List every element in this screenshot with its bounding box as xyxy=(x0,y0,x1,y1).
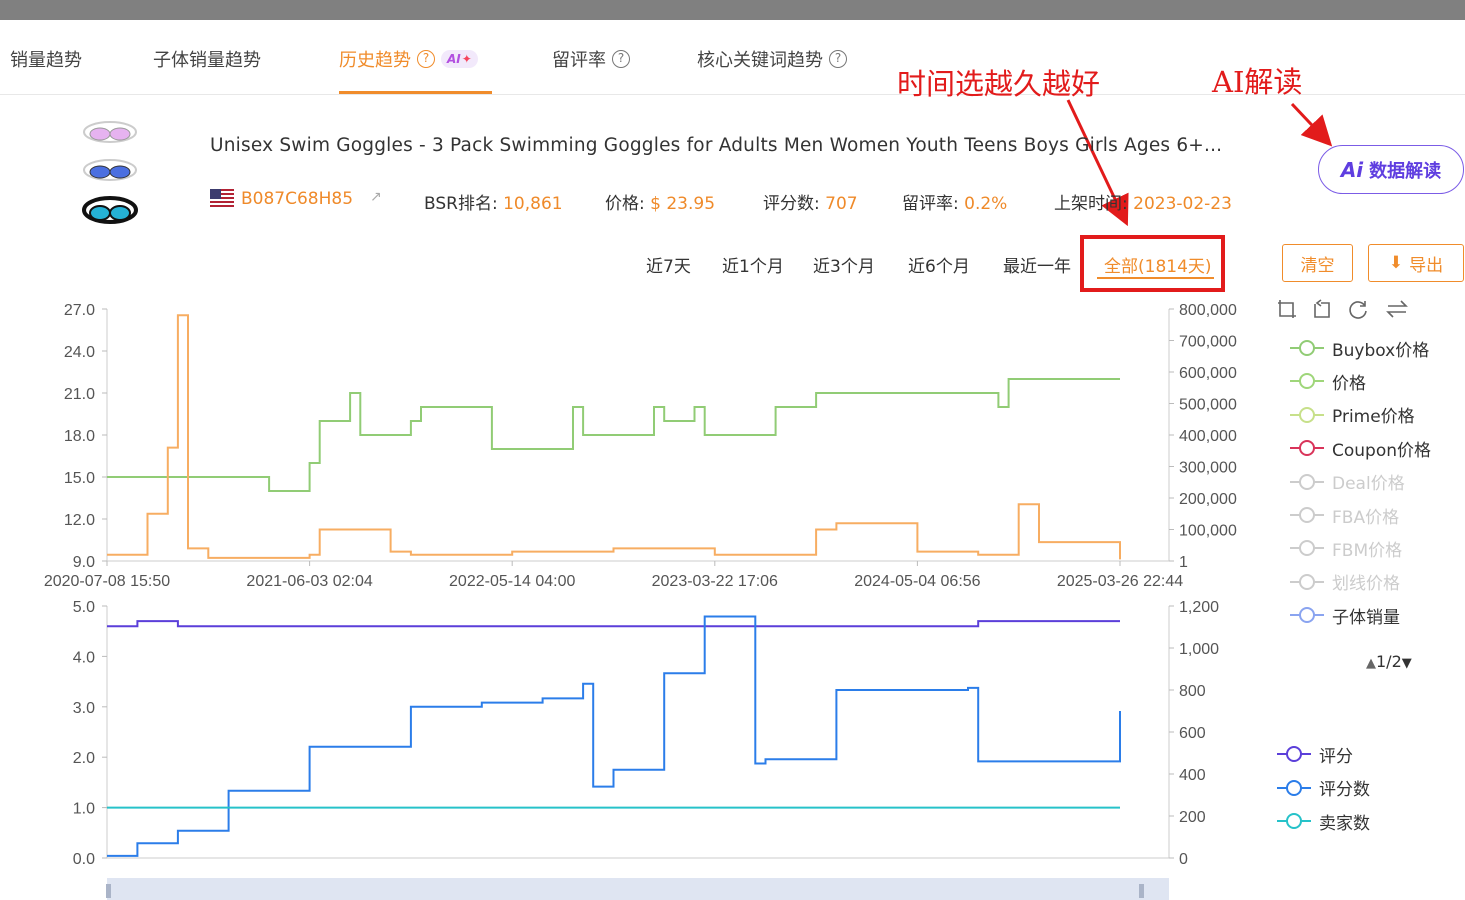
y-left-tick-label: 15.0 xyxy=(64,470,95,487)
legend-item[interactable]: 价格 xyxy=(1290,369,1366,394)
y-left-tick-label: 0.0 xyxy=(73,851,95,868)
series-line-评分数[interactable] xyxy=(107,615,1121,857)
y-right-tick-label: 600 xyxy=(1179,725,1206,742)
legend-marker-icon xyxy=(1290,540,1324,557)
x-tick-label: 2021-06-03 02:04 xyxy=(246,573,372,590)
y-left-tick-label: 27.0 xyxy=(64,302,95,319)
x-tick-label: 2023-03-22 17:06 xyxy=(652,573,778,590)
pager-label: 1/2 xyxy=(1376,652,1402,671)
legend-label: Coupon价格 xyxy=(1332,440,1432,461)
x-tick-label: 2024-05-04 06:56 xyxy=(854,573,980,590)
y-right-tick-label: 1,000 xyxy=(1179,641,1219,658)
legend-label: Deal价格 xyxy=(1332,474,1405,495)
legend-marker-icon xyxy=(1290,440,1324,457)
legend-item[interactable]: FBA价格 xyxy=(1290,503,1400,528)
y-right-tick-label: 800 xyxy=(1179,683,1206,700)
legend-marker-icon xyxy=(1290,406,1324,423)
legend-marker-icon xyxy=(1277,746,1311,762)
legend-marker-icon xyxy=(1290,507,1324,523)
y-right-tick-label: 1 xyxy=(1179,554,1188,571)
legend-item[interactable]: 划线价格 xyxy=(1290,570,1400,594)
datazoom-slider[interactable] xyxy=(107,878,1169,900)
y-right-tick-label: 100,000 xyxy=(1179,523,1237,540)
legend-marker-icon xyxy=(1290,607,1324,624)
y-right-tick-label: 0 xyxy=(1179,851,1188,868)
y-left-tick-label: 2.0 xyxy=(73,750,95,767)
datazoom-handle-left[interactable] xyxy=(106,884,111,898)
datazoom-handle-right[interactable] xyxy=(1139,884,1144,898)
legend-label: 划线价格 xyxy=(1332,574,1400,595)
y-right-tick-label: 500,000 xyxy=(1179,397,1237,414)
legend-label: 价格 xyxy=(1332,373,1366,394)
legend-pager: ▲1/2▼ xyxy=(1366,652,1412,671)
y-left-tick-label: 24.0 xyxy=(64,344,95,361)
y-left-tick-label: 18.0 xyxy=(64,428,95,445)
legend-label: 卖家数 xyxy=(1319,813,1370,834)
x-tick-label: 2022-05-14 04:00 xyxy=(449,573,575,590)
y-right-tick-label: 200 xyxy=(1179,809,1206,826)
legend-label: 子体销量 xyxy=(1332,607,1400,628)
legend-marker-icon xyxy=(1290,573,1324,590)
y-left-tick-label: 21.0 xyxy=(64,386,95,403)
x-tick-label: 2020-07-08 15:50 xyxy=(44,573,170,590)
y-left-tick-label: 4.0 xyxy=(73,649,95,666)
legend-item[interactable]: Prime价格 xyxy=(1290,403,1415,427)
y-left-tick-label: 5.0 xyxy=(73,599,95,616)
series-line-Buybox价格[interactable] xyxy=(107,378,1120,492)
legend-item[interactable]: FBM价格 xyxy=(1290,536,1403,561)
page-up-icon[interactable]: ▲ xyxy=(1366,656,1376,671)
legend-label: 评分 xyxy=(1319,746,1353,767)
legend-marker-icon xyxy=(1277,779,1311,796)
y-right-tick-label: 400 xyxy=(1179,767,1206,784)
series-line-评分[interactable] xyxy=(107,620,1120,628)
legend-marker-icon xyxy=(1290,340,1324,356)
y-right-tick-label: 300,000 xyxy=(1179,460,1237,477)
legend-label: FBA价格 xyxy=(1332,507,1400,528)
legend-item[interactable]: Buybox价格 xyxy=(1290,336,1430,361)
legend-label: Buybox价格 xyxy=(1332,340,1430,361)
legend-marker-icon xyxy=(1277,813,1311,829)
y-right-tick-label: 1,200 xyxy=(1179,599,1219,616)
legend-item[interactable]: Coupon价格 xyxy=(1290,436,1432,461)
legend-item[interactable]: 子体销量 xyxy=(1290,603,1400,628)
y-right-tick-label: 600,000 xyxy=(1179,365,1237,382)
legend-label: Prime价格 xyxy=(1332,407,1415,428)
series-line-子体销量[interactable] xyxy=(107,314,1121,560)
legend-label: FBM价格 xyxy=(1332,540,1403,561)
y-left-tick-label: 1.0 xyxy=(73,801,95,818)
legend-item[interactable]: 卖家数 xyxy=(1277,809,1370,834)
legend-marker-icon xyxy=(1290,473,1324,490)
legend-marker-icon xyxy=(1290,373,1324,390)
x-tick-label: 2025-03-26 22:44 xyxy=(1057,573,1183,590)
legend-item[interactable]: Deal价格 xyxy=(1290,470,1405,494)
y-left-tick-label: 9.0 xyxy=(73,554,95,571)
y-left-tick-label: 12.0 xyxy=(64,512,95,529)
page-down-icon[interactable]: ▼ xyxy=(1402,656,1412,671)
y-right-tick-label: 400,000 xyxy=(1179,428,1237,445)
legend-item[interactable]: 评分 xyxy=(1277,742,1353,767)
legend-item[interactable]: 评分数 xyxy=(1277,776,1370,800)
legend-label: 评分数 xyxy=(1319,780,1370,800)
y-right-tick-label: 200,000 xyxy=(1179,491,1237,508)
y-right-tick-label: 700,000 xyxy=(1179,334,1237,351)
history-charts[interactable]: 27.024.021.018.015.012.09.0800,000700,00… xyxy=(0,0,1465,900)
y-right-tick-label: 800,000 xyxy=(1179,302,1237,319)
y-left-tick-label: 3.0 xyxy=(73,700,95,717)
